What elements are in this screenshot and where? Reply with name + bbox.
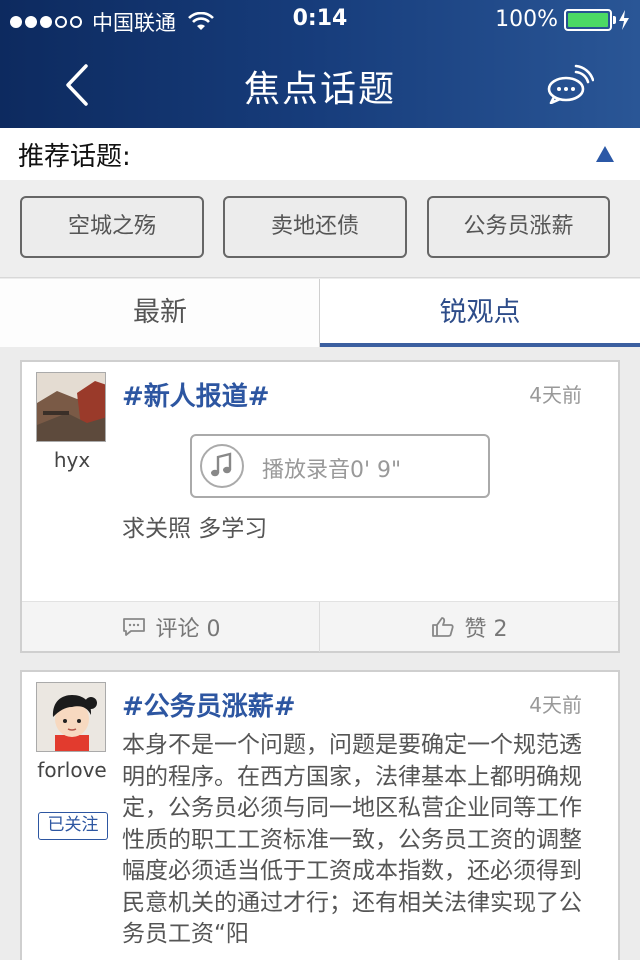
post-hashtag[interactable]: #公务员涨薪# bbox=[122, 686, 296, 723]
post-feed[interactable]: hyx #新人报道# 4天前 播放录音0' 9" 求关照 多学习 评论 0 赞 … bbox=[0, 347, 640, 960]
audio-label: 播放录音0' 9" bbox=[262, 458, 402, 483]
tab-sharp-views[interactable]: 锐观点 bbox=[320, 279, 640, 347]
navigation-bar: 焦点话题 bbox=[0, 40, 640, 128]
followed-badge[interactable]: 已关注 bbox=[38, 812, 108, 840]
post-card: hyx #新人报道# 4天前 播放录音0' 9" 求关照 多学习 评论 0 赞 … bbox=[20, 360, 620, 653]
topic-button-maidi[interactable]: 卖地还债 bbox=[223, 196, 407, 258]
feed-tabs: 最新 锐观点 bbox=[0, 279, 640, 347]
recommended-topics-label: 推荐话题: bbox=[18, 142, 131, 172]
app-header: 中国联通 0:14 100% 焦点话题 bbox=[0, 0, 640, 128]
collapse-arrow-icon[interactable] bbox=[596, 146, 614, 162]
post-hashtag[interactable]: #新人报道# bbox=[122, 376, 270, 413]
music-note-icon bbox=[200, 444, 244, 488]
status-bar: 中国联通 0:14 100% bbox=[0, 0, 640, 40]
battery-percent: 100% bbox=[495, 7, 558, 32]
post-actions: 评论 0 赞 2 bbox=[22, 601, 618, 652]
recommended-topics: 空城之殇 卖地还债 公务员涨薪 bbox=[0, 180, 640, 278]
page-title: 焦点话题 bbox=[243, 69, 396, 110]
recommended-topics-header: 推荐话题: bbox=[0, 128, 640, 180]
username[interactable]: forlove bbox=[30, 758, 114, 782]
chat-bubble-icon[interactable] bbox=[546, 64, 594, 104]
like-button[interactable]: 赞 2 bbox=[320, 602, 618, 652]
post-time: 4天前 bbox=[529, 693, 582, 717]
comment-icon bbox=[122, 618, 145, 636]
comment-button[interactable]: 评论 0 bbox=[22, 602, 320, 652]
thumbs-up-icon bbox=[431, 617, 454, 637]
username[interactable]: hyx bbox=[32, 448, 112, 472]
tab-latest[interactable]: 最新 bbox=[0, 279, 320, 347]
topic-button-gongwuyuan[interactable]: 公务员涨薪 bbox=[427, 196, 610, 258]
post-time: 4天前 bbox=[529, 383, 582, 407]
avatar[interactable] bbox=[36, 682, 106, 752]
post-card: forlove 已关注 #公务员涨薪# 4天前 本身不是一个问题，问题是要确定一… bbox=[20, 670, 620, 960]
battery-icon bbox=[564, 8, 616, 31]
comment-count: 评论 0 bbox=[155, 617, 221, 642]
avatar[interactable] bbox=[36, 372, 106, 442]
post-text: 本身不是一个问题，问题是要确定一个规范透明的程序。在西方国家，法律基本上都明确规… bbox=[122, 732, 582, 947]
charging-bolt-icon bbox=[619, 9, 629, 30]
topic-button-kongcheng[interactable]: 空城之殇 bbox=[20, 196, 204, 258]
post-text: 求关照 多学习 bbox=[122, 516, 268, 542]
like-count: 赞 2 bbox=[464, 617, 508, 642]
play-recording-button[interactable]: 播放录音0' 9" bbox=[190, 434, 490, 498]
